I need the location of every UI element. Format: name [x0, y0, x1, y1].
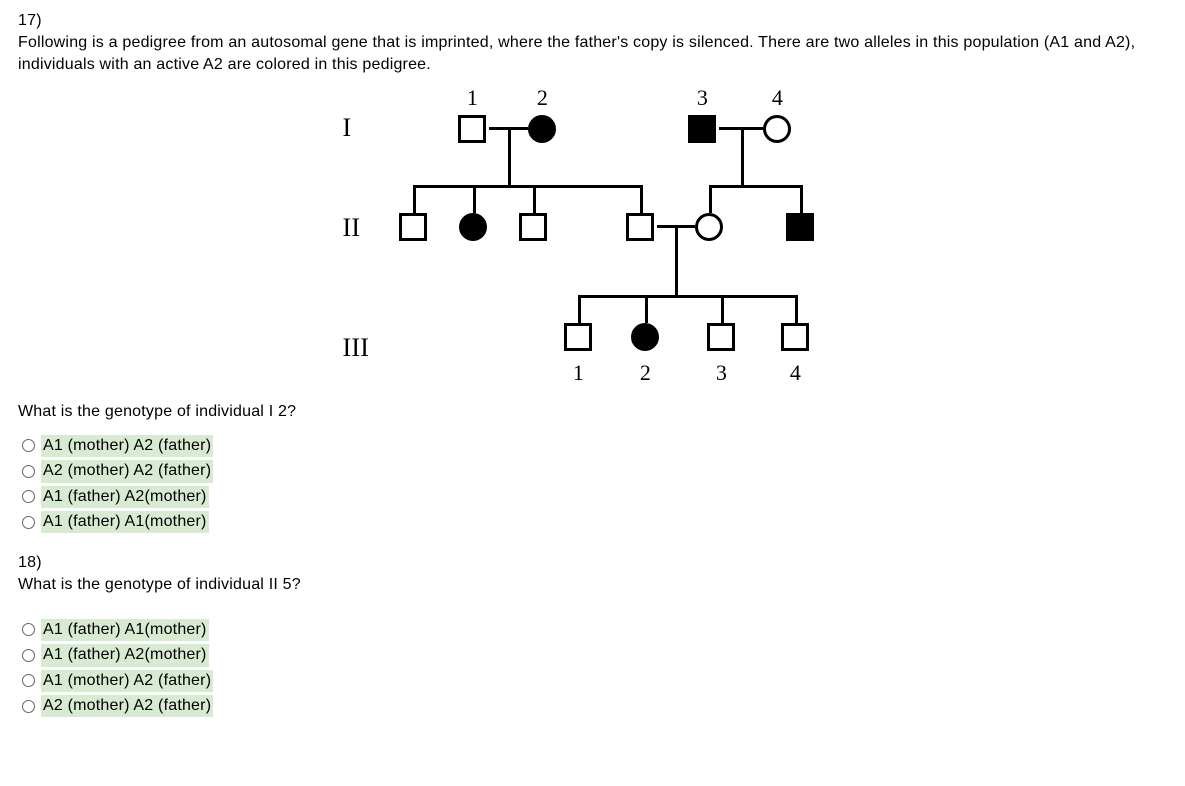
bot-num-2: 2	[631, 360, 661, 386]
III-3	[707, 323, 735, 351]
q17-option-a-text: A1 (mother) A2 (father)	[41, 435, 213, 457]
q17-options: A1 (mother) A2 (father) A2 (mother) A2 (…	[22, 435, 1167, 534]
II-6	[786, 213, 814, 241]
radio-icon	[22, 700, 35, 713]
III-1	[564, 323, 592, 351]
q18-number: 18)	[18, 554, 1167, 572]
radio-icon	[22, 465, 35, 478]
II-1	[399, 213, 427, 241]
III-4	[781, 323, 809, 351]
bot-num-3: 3	[707, 360, 737, 386]
q18-option-b-text: A1 (father) A2(mother)	[41, 644, 209, 666]
q18-option-b[interactable]: A1 (father) A2(mother)	[22, 644, 1167, 666]
q18-option-c[interactable]: A1 (mother) A2 (father)	[22, 670, 1167, 692]
q17-option-b[interactable]: A2 (mother) A2 (father)	[22, 460, 1167, 482]
q17-option-d[interactable]: A1 (father) A1(mother)	[22, 511, 1167, 533]
q17-option-a[interactable]: A1 (mother) A2 (father)	[22, 435, 1167, 457]
q17-prompt: What is the genotype of individual I 2?	[18, 403, 1167, 421]
gen-label-3: III	[343, 333, 370, 363]
top-num-1: 1	[458, 85, 488, 111]
q18-option-c-text: A1 (mother) A2 (father)	[41, 670, 213, 692]
q18-option-a[interactable]: A1 (father) A1(mother)	[22, 619, 1167, 641]
q17-option-c-text: A1 (father) A2(mother)	[41, 486, 209, 508]
radio-icon	[22, 439, 35, 452]
radio-icon	[22, 649, 35, 662]
q17-option-b-text: A2 (mother) A2 (father)	[41, 460, 213, 482]
II-3	[519, 213, 547, 241]
q17-option-d-text: A1 (father) A1(mother)	[41, 511, 209, 533]
I-3	[688, 115, 716, 143]
q17-number: 17)	[18, 12, 1167, 30]
radio-icon	[22, 674, 35, 687]
III-2	[631, 323, 659, 351]
I-2	[528, 115, 556, 143]
top-num-2: 2	[528, 85, 558, 111]
q18-option-d[interactable]: A2 (mother) A2 (father)	[22, 695, 1167, 717]
q17-option-c[interactable]: A1 (father) A2(mother)	[22, 486, 1167, 508]
q18-prompt: What is the genotype of individual II 5?	[18, 574, 1167, 596]
bot-num-4: 4	[781, 360, 811, 386]
gen-label-2: II	[343, 213, 361, 243]
I-1	[458, 115, 486, 143]
II-4	[626, 213, 654, 241]
gen-label-1: I	[343, 113, 352, 143]
radio-icon	[22, 490, 35, 503]
radio-icon	[22, 516, 35, 529]
q18-option-d-text: A2 (mother) A2 (father)	[41, 695, 213, 717]
II-5	[695, 213, 723, 241]
top-num-3: 3	[688, 85, 718, 111]
bot-num-1: 1	[564, 360, 594, 386]
pedigree-diagram: I II III 1 2 3 4	[18, 85, 1167, 385]
q17-text: Following is a pedigree from an autosoma…	[18, 32, 1167, 77]
q18-option-a-text: A1 (father) A1(mother)	[41, 619, 209, 641]
top-num-4: 4	[763, 85, 793, 111]
I-4	[763, 115, 791, 143]
q18-options: A1 (father) A1(mother) A1 (father) A2(mo…	[22, 619, 1167, 718]
radio-icon	[22, 623, 35, 636]
II-2	[459, 213, 487, 241]
